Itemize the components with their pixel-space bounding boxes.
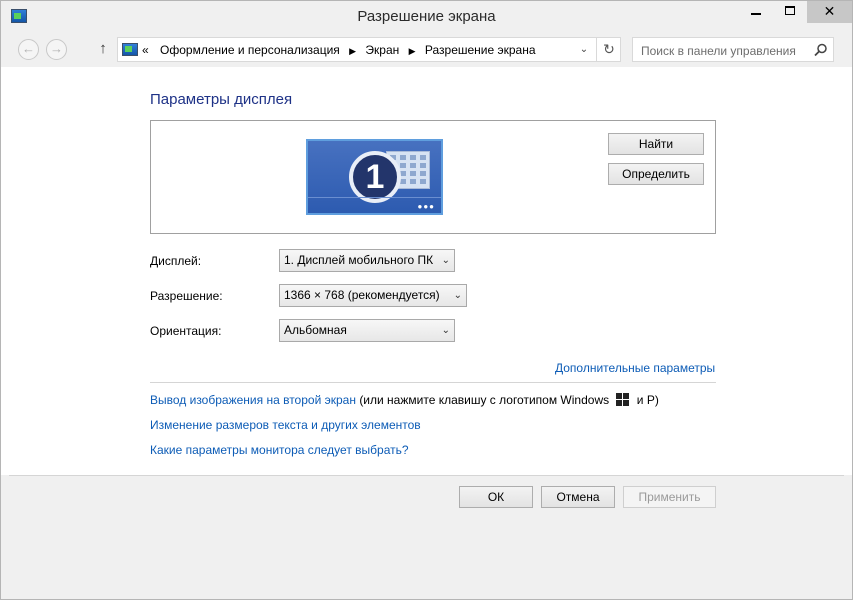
back-button[interactable]: ← <box>18 39 39 60</box>
up-button[interactable]: ↑ <box>96 40 110 60</box>
second-screen-link[interactable]: Вывод изображения на второй экран <box>150 393 356 407</box>
navigation-bar: ← → ↑ « Оформление и персонализация ▶ Эк… <box>9 35 844 65</box>
title-bar[interactable]: Разрешение экрана ✕ <box>1 1 852 33</box>
chevron-down-icon: ⌄ <box>453 290 462 301</box>
maximize-button[interactable] <box>776 1 804 23</box>
arrow-left-icon: ← <box>22 41 35 56</box>
minimize-icon <box>751 13 761 15</box>
orientation-select[interactable]: Альбомная ⌄ <box>279 319 455 342</box>
cancel-button[interactable]: Отмена <box>541 486 615 508</box>
control-panel-icon <box>122 43 138 56</box>
chevron-right-icon[interactable]: ▶ <box>349 46 356 57</box>
chevron-down-icon: ⌄ <box>579 44 589 55</box>
arrow-up-icon: ↑ <box>99 40 107 57</box>
window-title: Разрешение экрана <box>357 8 496 25</box>
chevron-down-icon: ⌄ <box>441 255 450 266</box>
main-content: Параметры дисплея 1 ●●● Найти Определить… <box>1 67 852 475</box>
page-title: Параметры дисплея <box>150 91 293 108</box>
breadcrumb-resolution[interactable]: Разрешение экрана <box>425 43 536 57</box>
display-select-value: 1. Дисплей мобильного ПК <box>284 253 434 267</box>
text-size-link[interactable]: Изменение размеров текста и других элеме… <box>150 418 421 432</box>
chevron-right-icon[interactable]: ▶ <box>409 46 416 57</box>
footer-divider <box>9 475 844 476</box>
display-preview: 1 ●●● Найти Определить <box>150 120 716 234</box>
second-screen-row: Вывод изображения на второй экран (или н… <box>150 393 659 407</box>
display-select[interactable]: 1. Дисплей мобильного ПК ⌄ <box>279 249 455 272</box>
close-icon: ✕ <box>823 3 836 19</box>
second-screen-hint: (или нажмите клавишу с логотипом Windows <box>359 393 610 407</box>
refresh-button[interactable]: ↻ <box>596 38 621 61</box>
resolution-select-value: 1366 × 768 (рекомендуется) <box>284 288 440 302</box>
orientation-label: Ориентация: <box>150 324 222 338</box>
arrow-right-icon: → <box>50 41 63 56</box>
breadcrumb: « Оформление и персонализация ▶ Экран ▶ … <box>142 43 536 57</box>
advanced-settings-link[interactable]: Дополнительные параметры <box>555 361 715 375</box>
maximize-icon <box>785 6 795 15</box>
find-button[interactable]: Найти <box>608 133 704 155</box>
windows-logo-icon <box>616 393 630 406</box>
breadcrumb-display[interactable]: Экран <box>365 43 399 57</box>
orientation-select-value: Альбомная <box>284 323 347 337</box>
monitor-1[interactable]: 1 ●●● <box>306 139 443 215</box>
refresh-icon: ↻ <box>603 41 615 57</box>
control-panel-window: Разрешение экрана ✕ ← → ↑ « Оформление и… <box>0 0 853 600</box>
search-input[interactable]: Поиск в панели управления <box>632 37 834 62</box>
address-bar[interactable]: « Оформление и персонализация ▶ Экран ▶ … <box>117 37 621 62</box>
search-placeholder: Поиск в панели управления <box>641 44 796 58</box>
identify-button[interactable]: Определить <box>608 163 704 185</box>
forward-button[interactable]: → <box>46 39 67 60</box>
search-icon[interactable] <box>814 43 828 57</box>
breadcrumb-appearance[interactable]: Оформление и персонализация <box>160 43 340 57</box>
divider <box>150 382 716 383</box>
apply-button[interactable]: Применить <box>623 486 716 508</box>
resolution-label: Разрешение: <box>150 289 223 303</box>
close-button[interactable]: ✕ <box>807 1 852 23</box>
address-history-button[interactable]: ⌄ <box>577 42 591 58</box>
monitor-number: 1 <box>349 151 401 203</box>
display-label: Дисплей: <box>150 254 202 268</box>
monitor-dots-icon: ●●● <box>417 202 435 211</box>
ok-button[interactable]: ОК <box>459 486 533 508</box>
minimize-button[interactable] <box>742 1 770 23</box>
second-screen-hint-end: и P) <box>636 393 659 407</box>
chevron-down-icon: ⌄ <box>441 325 450 336</box>
resolution-select[interactable]: 1366 × 768 (рекомендуется) ⌄ <box>279 284 467 307</box>
monitor-settings-help-link[interactable]: Какие параметры монитора следует выбрать… <box>150 443 409 457</box>
breadcrumb-overflow[interactable]: « <box>142 43 149 57</box>
